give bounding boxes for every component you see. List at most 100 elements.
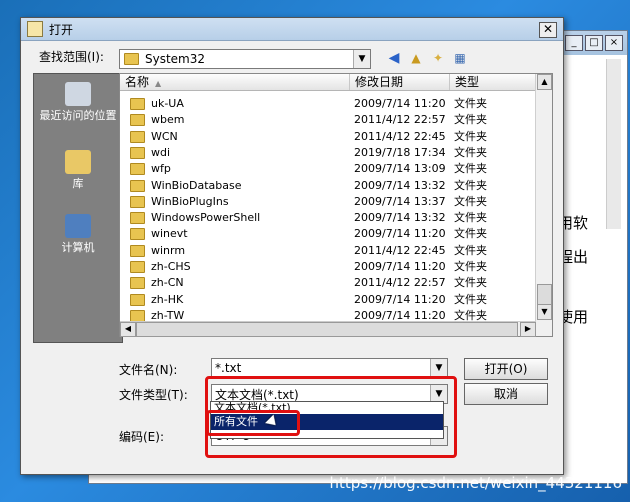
dialog-title: 打开 — [49, 22, 74, 37]
new-folder-button[interactable]: ✦ — [429, 49, 447, 67]
lookin-label: 查找范围(I): — [39, 50, 104, 64]
horizontal-scrollbar[interactable]: ◀ ▶ — [120, 321, 536, 337]
up-folder-icon: ▲ — [411, 51, 421, 65]
file-type-cell: 文件夹 — [454, 97, 487, 110]
navigation-toolbar: ◀ ▲ ✦ ▦ — [385, 49, 469, 67]
file-name-cell: zh-CHS — [126, 259, 191, 275]
file-type-cell: 文件夹 — [454, 194, 487, 208]
table-row[interactable]: wdi 2019/7/18 17:34 文件夹 — [120, 145, 536, 161]
file-date-cell: 2009/7/14 11:20 — [354, 227, 446, 241]
filename-input[interactable]: *.txt ▼ — [211, 358, 448, 378]
table-row[interactable]: winevt 2009/7/14 11:20 文件夹 — [120, 226, 536, 242]
up-folder-button[interactable]: ▲ — [407, 49, 425, 67]
table-row[interactable]: WindowsPowerShell 2009/7/14 13:32 文件夹 — [120, 210, 536, 226]
watermark: https://blog.csdn.net/weixin_44321116 — [329, 474, 622, 492]
chevron-down-icon[interactable]: ▼ — [353, 50, 370, 68]
file-type-cell: 文件夹 — [454, 243, 487, 257]
dialog-titlebar: 打开 — [21, 18, 563, 41]
file-type-cell: 文件夹 — [454, 129, 487, 143]
file-date-cell: 2009/7/14 11:20 — [354, 97, 446, 110]
notepad-icon — [27, 21, 43, 37]
file-date-cell: 2009/7/14 13:37 — [354, 194, 446, 208]
hscroll-thumb[interactable] — [136, 322, 518, 337]
table-row[interactable]: zh-CN 2011/4/12 22:57 文件夹 — [120, 275, 536, 291]
file-type-cell: 文件夹 — [454, 211, 487, 225]
folder-icon — [130, 228, 145, 241]
open-button[interactable]: 打开(O) — [464, 358, 548, 380]
filename-value: *.txt — [215, 361, 242, 375]
table-row[interactable]: wbem 2011/4/12 22:57 文件夹 — [120, 112, 536, 128]
view-menu-button[interactable]: ▦ — [451, 49, 469, 67]
file-name-cell: WCN — [126, 129, 178, 145]
place-label: 库 — [72, 177, 84, 190]
scroll-left-icon[interactable]: ◀ — [120, 322, 136, 337]
file-name-cell: winevt — [126, 226, 188, 242]
file-date-cell: 2009/7/14 11:20 — [354, 292, 446, 306]
file-name-cell: wfp — [126, 161, 171, 177]
file-name-cell: uk-UA — [126, 96, 184, 112]
table-row[interactable]: zh-HK 2009/7/14 11:20 文件夹 — [120, 292, 536, 308]
table-row[interactable]: uk-UA 2009/7/14 11:20 文件夹 — [120, 96, 536, 112]
cancel-button[interactable]: 取消 — [464, 383, 548, 405]
computer-icon — [65, 214, 91, 238]
table-row[interactable]: WinBioDatabase 2009/7/14 13:32 文件夹 — [120, 178, 536, 194]
file-type-cell: 文件夹 — [454, 162, 487, 176]
file-date-cell: 2011/4/12 22:57 — [354, 113, 446, 127]
file-date-cell: 2009/7/14 13:09 — [354, 162, 446, 176]
places-bar: 最近访问的位置 库 计算机 — [33, 73, 123, 343]
close-icon[interactable]: × — [605, 35, 623, 51]
table-row[interactable]: winrm 2011/4/12 22:45 文件夹 — [120, 243, 536, 259]
file-type-cell: 文件夹 — [454, 260, 487, 273]
file-name-cell: zh-HK — [126, 292, 183, 308]
place-label: 计算机 — [61, 241, 95, 254]
annotation-box-inner — [206, 410, 300, 436]
scroll-down-icon[interactable]: ▼ — [537, 304, 552, 320]
chevron-down-icon[interactable]: ▼ — [430, 359, 447, 377]
lookin-combo[interactable]: System32 ▼ — [119, 49, 371, 69]
encoding-label: 编码(E): — [119, 430, 164, 444]
place-computer[interactable]: 计算机 — [34, 214, 122, 254]
folder-icon — [130, 195, 145, 208]
file-type-cell: 文件夹 — [454, 145, 487, 159]
lookin-value: System32 — [145, 52, 206, 66]
folder-icon — [130, 114, 145, 127]
vertical-scrollbar[interactable]: ▲ ▼ — [535, 74, 552, 336]
folder-icon — [124, 53, 139, 65]
table-row[interactable]: WCN 2011/4/12 22:45 文件夹 — [120, 129, 536, 145]
file-date-cell: 2019/7/18 17:34 — [354, 145, 446, 159]
table-row[interactable]: zh-CHS 2009/7/14 11:20 文件夹 — [120, 259, 536, 275]
minimize-icon[interactable]: _ — [565, 35, 583, 51]
file-type-cell: 文件夹 — [454, 276, 487, 290]
folder-icon — [130, 293, 145, 306]
recent-places-icon — [65, 82, 91, 106]
file-name-cell: wbem — [126, 112, 184, 128]
filename-label: 文件名(N): — [119, 363, 178, 377]
file-date-cell: 2011/4/12 22:45 — [354, 243, 446, 257]
file-date-cell: 2009/7/14 13:32 — [354, 211, 446, 225]
file-type-cell: 文件夹 — [454, 292, 487, 306]
file-date-cell: 2009/7/14 11:20 — [354, 260, 446, 273]
maximize-icon[interactable]: □ — [585, 35, 603, 51]
column-header-type[interactable]: 类型 — [450, 74, 535, 90]
folder-icon — [130, 277, 145, 290]
column-header-date[interactable]: 修改日期 — [350, 74, 450, 90]
scroll-up-icon[interactable]: ▲ — [537, 74, 552, 90]
table-row[interactable]: WinBioPlugIns 2009/7/14 13:37 文件夹 — [120, 194, 536, 210]
file-name-cell: winrm — [126, 243, 185, 259]
file-list[interactable]: 名称 ▲ 修改日期 类型 uk-UA 2009/7/14 11:20 文件夹 wbem 2… — [119, 73, 553, 337]
close-button[interactable]: ✕ — [539, 22, 557, 38]
sort-arrow-icon: ▲ — [155, 79, 162, 88]
file-type-cell: 文件夹 — [454, 113, 487, 127]
scroll-right-icon[interactable]: ▶ — [520, 322, 536, 337]
column-header-name[interactable]: 名称 ▲ — [120, 74, 350, 90]
file-date-cell: 2011/4/12 22:45 — [354, 129, 446, 143]
table-row[interactable]: wfp 2009/7/14 13:09 文件夹 — [120, 161, 536, 177]
background-scrollbar[interactable] — [606, 59, 621, 229]
folder-icon — [130, 261, 145, 273]
file-type-cell: 文件夹 — [454, 227, 487, 241]
view-menu-icon: ▦ — [454, 51, 466, 65]
place-recent[interactable]: 最近访问的位置 — [34, 82, 122, 122]
place-label: 最近访问的位置 — [39, 109, 117, 122]
back-button[interactable]: ◀ — [385, 49, 403, 67]
place-libraries[interactable]: 库 — [34, 150, 122, 190]
